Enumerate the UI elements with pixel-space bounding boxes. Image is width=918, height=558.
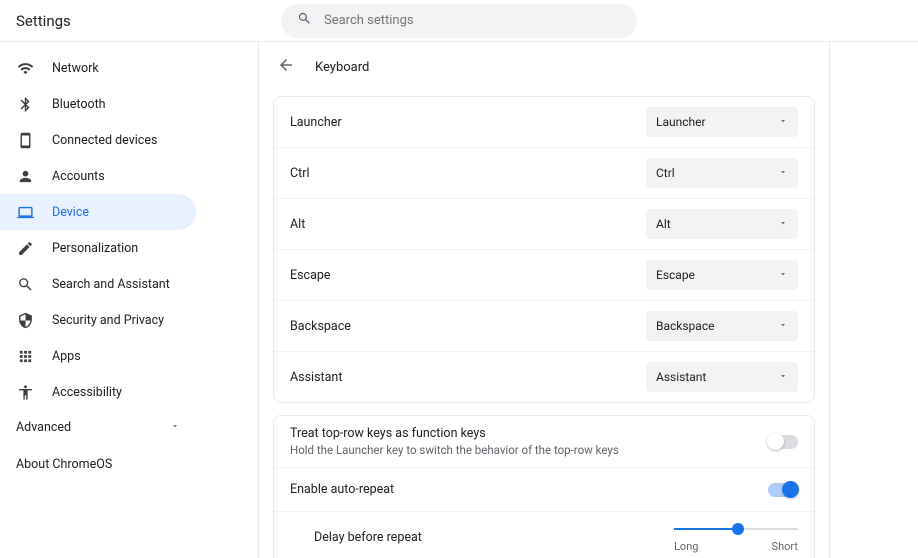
keymap-row: Backspace Backspace	[274, 300, 814, 351]
delay-left-label: Long	[674, 540, 698, 553]
search-input[interactable]	[324, 13, 621, 28]
edit-icon	[16, 239, 34, 257]
toprow-label: Treat top-row keys as function keys	[290, 426, 619, 441]
sidebar-item-bluetooth[interactable]: Bluetooth	[0, 86, 196, 122]
main-panel: Keyboard Launcher Launcher Ctrl Ctrl Alt…	[258, 42, 830, 558]
autorepeat-toggle[interactable]	[768, 483, 798, 497]
sidebar-item-search[interactable]: Search and Assistant	[0, 266, 196, 302]
search-icon	[297, 11, 312, 30]
delay-right-label: Short	[772, 540, 798, 553]
keymap-select[interactable]: Ctrl	[646, 158, 798, 188]
sidebar-item-label: Bluetooth	[52, 97, 106, 112]
wifi-icon	[16, 59, 34, 77]
toprow-toggle[interactable]	[768, 435, 798, 449]
keymap-label: Backspace	[290, 319, 351, 334]
delay-slider[interactable]	[674, 522, 798, 536]
chevron-down-icon	[778, 370, 788, 384]
bluetooth-icon	[16, 95, 34, 113]
accessibility-icon	[16, 383, 34, 401]
person-icon	[16, 167, 34, 185]
keymap-label: Assistant	[290, 370, 342, 385]
sidebar-item-accounts[interactable]: Accounts	[0, 158, 196, 194]
sidebar-item-accessibility[interactable]: Accessibility	[0, 374, 196, 410]
keymap-select[interactable]: Backspace	[646, 311, 798, 341]
chevron-down-icon	[778, 166, 788, 180]
toprow-sublabel: Hold the Launcher key to switch the beha…	[290, 443, 619, 457]
chevron-down-icon	[778, 268, 788, 282]
phone-icon	[16, 131, 34, 149]
keymap-select[interactable]: Alt	[646, 209, 798, 239]
keymap-row: Ctrl Ctrl	[274, 147, 814, 198]
select-value: Assistant	[656, 370, 706, 384]
select-value: Ctrl	[656, 166, 675, 180]
sidebar-item-label: Search and Assistant	[52, 277, 170, 292]
keymap-label: Launcher	[290, 115, 342, 130]
select-value: Backspace	[656, 319, 714, 333]
search-icon	[16, 275, 34, 293]
select-value: Escape	[656, 268, 695, 282]
keymap-select[interactable]: Assistant	[646, 362, 798, 392]
sidebar-item-label: Personalization	[52, 241, 138, 256]
sidebar-item-label: Security and Privacy	[52, 313, 164, 328]
search-box[interactable]	[281, 4, 637, 38]
sidebar-about[interactable]: About ChromeOS	[0, 445, 196, 484]
keymap-label: Ctrl	[290, 166, 310, 181]
sidebar-item-label: Accessibility	[52, 385, 122, 400]
autorepeat-label: Enable auto-repeat	[290, 482, 394, 497]
chevron-down-icon	[778, 217, 788, 231]
sidebar-item-device[interactable]: Device	[0, 194, 196, 230]
keymap-card: Launcher Launcher Ctrl Ctrl Alt Alt Esca…	[273, 96, 815, 403]
sidebar-item-network[interactable]: Network	[0, 50, 196, 86]
keymap-label: Escape	[290, 268, 331, 283]
chevron-down-icon	[170, 420, 180, 435]
sidebar-item-label: Device	[52, 205, 89, 220]
sidebar-item-connected[interactable]: Connected devices	[0, 122, 196, 158]
sidebar-item-security[interactable]: Security and Privacy	[0, 302, 196, 338]
keymap-select[interactable]: Escape	[646, 260, 798, 290]
select-value: Launcher	[656, 115, 706, 129]
back-button[interactable]	[277, 56, 295, 78]
sidebar-advanced[interactable]: Advanced	[0, 410, 196, 445]
sidebar: Network Bluetooth Connected devices Acco…	[0, 42, 196, 558]
apps-icon	[16, 347, 34, 365]
subpage-title: Keyboard	[315, 60, 369, 75]
keymap-label: Alt	[290, 217, 305, 232]
select-value: Alt	[656, 217, 671, 231]
delay-label: Delay before repeat	[314, 530, 422, 545]
laptop-icon	[16, 203, 34, 221]
chevron-down-icon	[778, 319, 788, 333]
keymap-row: Alt Alt	[274, 198, 814, 249]
sidebar-item-label: Accounts	[52, 169, 105, 184]
sidebar-item-label: Connected devices	[52, 133, 157, 148]
options-card: Treat top-row keys as function keys Hold…	[273, 415, 815, 558]
advanced-label: Advanced	[16, 420, 71, 435]
chevron-down-icon	[778, 115, 788, 129]
keymap-select[interactable]: Launcher	[646, 107, 798, 137]
sidebar-item-personalization[interactable]: Personalization	[0, 230, 196, 266]
sidebar-item-label: Network	[52, 61, 99, 76]
keymap-row: Assistant Assistant	[274, 351, 814, 402]
page-title: Settings	[16, 12, 71, 30]
shield-icon	[16, 311, 34, 329]
keymap-row: Launcher Launcher	[274, 97, 814, 147]
sidebar-item-apps[interactable]: Apps	[0, 338, 196, 374]
sidebar-item-label: Apps	[52, 349, 81, 364]
keymap-row: Escape Escape	[274, 249, 814, 300]
